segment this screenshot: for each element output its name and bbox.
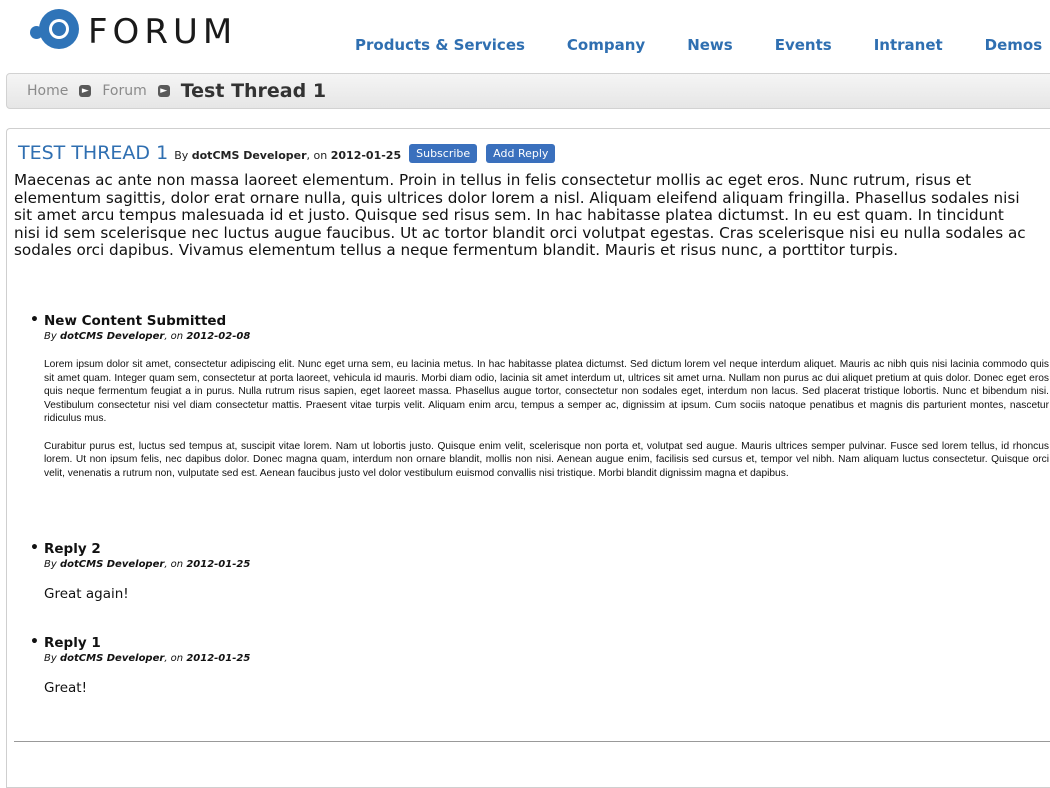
logo-icon	[30, 6, 82, 58]
thread-body: Maecenas ac ante non massa laoreet eleme…	[14, 171, 1026, 259]
breadcrumb: Home ► Forum ► Test Thread 1	[6, 73, 1050, 109]
site-logo[interactable]: FORUM	[30, 6, 237, 58]
breadcrumb-arrow-icon: ►	[157, 85, 170, 97]
reply-author: dotCMS Developer	[59, 653, 165, 664]
thread-title: TEST THREAD 1	[18, 142, 169, 164]
reply-by-label: By	[44, 331, 57, 342]
reply-body: Great!	[44, 680, 87, 696]
nav-events[interactable]: Events	[775, 36, 832, 54]
nav-news[interactable]: News	[687, 36, 733, 54]
thread-by-label: By	[174, 149, 189, 162]
reply-title: New Content Submitted	[30, 312, 1050, 329]
logo-text: FORUM	[88, 12, 238, 52]
reply-on-label: , on	[164, 559, 184, 570]
reply-meta: By dotCMS Developer, on 2012-01-25	[44, 653, 1050, 664]
list-item: New Content Submitted By dotCMS Develope…	[30, 312, 1050, 480]
reply-date: 2012-01-25	[186, 559, 251, 570]
reply-on-label: , on	[164, 653, 184, 664]
thread-meta: By dotCMS Developer, on 2012-01-25	[174, 149, 401, 162]
main-nav: Products & Services Company News Events …	[355, 36, 1042, 54]
add-reply-button[interactable]: Add Reply	[486, 144, 556, 163]
nav-products-services[interactable]: Products & Services	[355, 36, 525, 54]
breadcrumb-forum-link[interactable]: Forum	[102, 83, 146, 99]
reply-paragraph: Curabitur purus est, luctus sed tempus a…	[44, 440, 1049, 479]
reply-date: 2012-01-25	[186, 653, 251, 664]
reply-paragraph: Lorem ipsum dolor sit amet, consectetur …	[44, 359, 1049, 424]
reply-body: Lorem ipsum dolor sit amet, consectetur …	[44, 358, 1050, 480]
thread-header: TEST THREAD 1 By dotCMS Developer, on 20…	[18, 142, 556, 165]
reply-title: Reply 2	[30, 540, 1050, 557]
list-item: Reply 1 By dotCMS Developer, on 2012-01-…	[30, 634, 1050, 696]
reply-on-label: , on	[164, 331, 184, 342]
list-item: Reply 2 By dotCMS Developer, on 2012-01-…	[30, 540, 1050, 602]
reply-meta: By dotCMS Developer, on 2012-01-25	[44, 559, 1050, 570]
reply-by-label: By	[44, 559, 57, 570]
thread-author: dotCMS Developer	[191, 149, 307, 162]
divider	[14, 741, 1050, 742]
nav-intranet[interactable]: Intranet	[874, 36, 943, 54]
reply-author: dotCMS Developer	[59, 331, 165, 342]
reply-by-label: By	[44, 653, 57, 664]
thread-date: 2012-01-25	[330, 149, 402, 162]
thread-on-label: , on	[306, 149, 328, 162]
nav-company[interactable]: Company	[567, 36, 645, 54]
subscribe-button[interactable]: Subscribe	[409, 144, 478, 163]
breadcrumb-current: Test Thread 1	[180, 80, 327, 102]
reply-body: Great again!	[44, 586, 129, 602]
reply-author: dotCMS Developer	[59, 559, 165, 570]
reply-date: 2012-02-08	[186, 331, 251, 342]
reply-meta: By dotCMS Developer, on 2012-02-08	[44, 331, 1050, 342]
nav-demos[interactable]: Demos	[985, 36, 1043, 54]
reply-title: Reply 1	[30, 634, 1050, 651]
breadcrumb-arrow-icon: ►	[79, 85, 92, 97]
breadcrumb-home-link[interactable]: Home	[27, 83, 68, 99]
